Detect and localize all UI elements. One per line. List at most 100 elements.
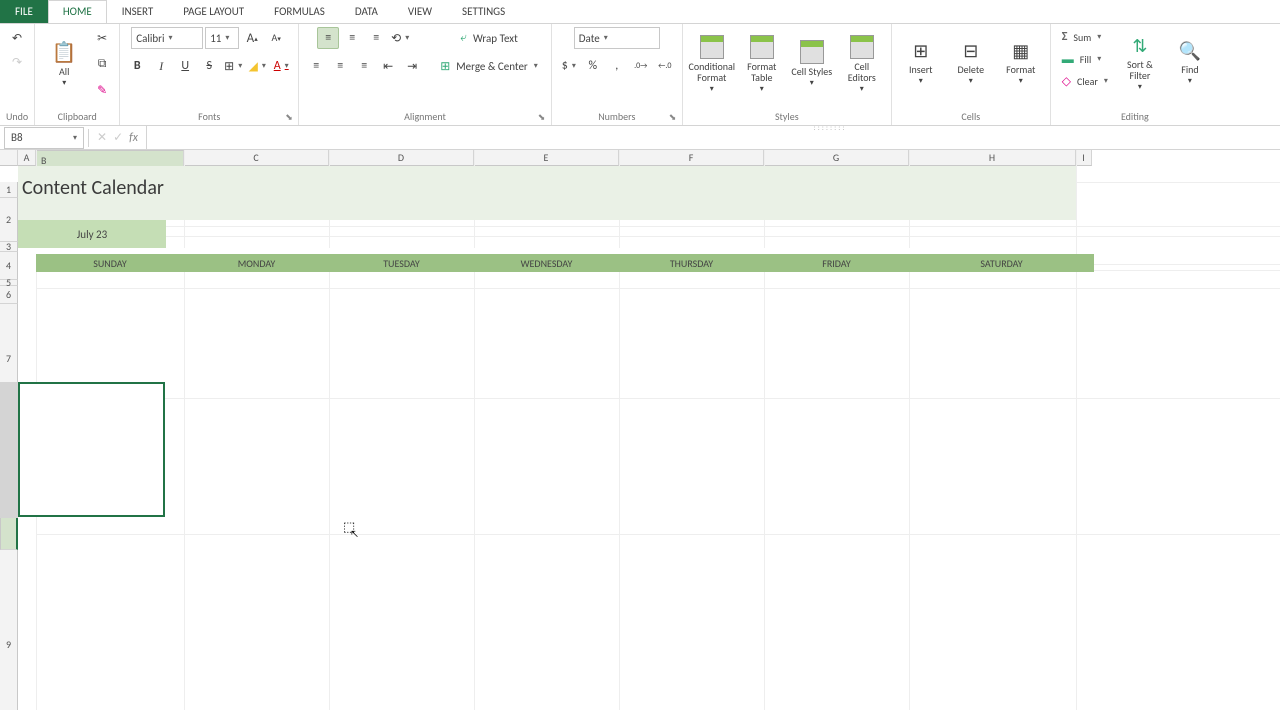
fx-button[interactable]: fx	[129, 131, 138, 145]
indent-inc-button[interactable]: ⇥	[401, 55, 423, 77]
clear-button[interactable]: Clear	[1057, 71, 1113, 91]
name-box[interactable]: B8 ▾	[4, 127, 84, 149]
column-header-C[interactable]: C	[184, 150, 329, 166]
column-header-H[interactable]: H	[909, 150, 1076, 166]
row-header-3[interactable]: 3	[0, 242, 18, 252]
day-header-wednesday[interactable]: WEDNESDAY	[474, 254, 619, 272]
delete-label: Delete	[958, 64, 985, 75]
merge-icon	[440, 59, 450, 74]
group-font-label: Fonts	[126, 108, 292, 125]
delete-cells-button[interactable]: ⊟ Delete▾	[948, 27, 994, 101]
row-header-9[interactable]: 9	[0, 550, 18, 710]
cancel-formula-icon[interactable]: ✕	[97, 130, 107, 145]
align-dialog-launcher[interactable]: ⬊	[538, 112, 548, 122]
clear-icon	[1062, 74, 1071, 89]
day-header-thursday[interactable]: THURSDAY	[619, 254, 764, 272]
percent-button[interactable]	[582, 55, 604, 77]
redo-button[interactable]: ↷	[6, 51, 28, 73]
cell-editors-button[interactable]: Cell Editors▾	[839, 27, 885, 101]
tab-view[interactable]: VIEW	[393, 0, 447, 23]
italic-button[interactable]: I	[150, 55, 172, 77]
cell-styles-button[interactable]: Cell Styles▾	[789, 27, 835, 101]
tab-data[interactable]: DATA	[340, 0, 393, 23]
grow-font-button[interactable]: ▴	[241, 27, 263, 49]
wrap-text-button[interactable]: Wrap Text	[453, 27, 525, 49]
tab-page-layout[interactable]: PAGE LAYOUT	[168, 0, 259, 23]
tab-home[interactable]: HOME	[48, 0, 107, 23]
day-header-tuesday[interactable]: TUESDAY	[329, 254, 474, 272]
cut-button[interactable]	[91, 27, 113, 49]
undo-button[interactable]	[6, 27, 28, 49]
copy-button[interactable]	[91, 53, 113, 75]
autosum-button[interactable]: Sum	[1057, 27, 1107, 47]
tab-file[interactable]: FILE	[0, 0, 48, 23]
ribbon: ↷ Undo All ▾ Clipboard Calibri 11	[0, 24, 1280, 126]
tab-settings[interactable]: SETTINGS	[447, 0, 520, 23]
strike-button[interactable]: S	[198, 55, 220, 77]
font-dialog-launcher[interactable]: ⬊	[285, 112, 295, 122]
day-header-sunday[interactable]: SUNDAY	[36, 254, 184, 272]
font-size-select[interactable]: 11	[205, 27, 239, 49]
column-header-I[interactable]: I	[1076, 150, 1092, 166]
row-header-1[interactable]: 1	[0, 182, 18, 198]
align-right-button[interactable]	[353, 55, 375, 77]
spreadsheet-grid[interactable]: ABCDEFGHI 123456789 Content Calendar Jul…	[0, 150, 1280, 710]
find-button[interactable]: 🔍 Find▾	[1167, 27, 1213, 101]
sum-icon	[1062, 30, 1068, 44]
bold-button[interactable]: B	[126, 55, 148, 77]
fill-color-button[interactable]	[246, 55, 268, 77]
column-header-D[interactable]: D	[329, 150, 474, 166]
day-header-monday[interactable]: MONDAY	[184, 254, 329, 272]
column-header-F[interactable]: F	[619, 150, 764, 166]
day-header-saturday[interactable]: SATURDAY	[909, 254, 1094, 272]
insert-icon: ⊞	[913, 42, 928, 62]
title-cell[interactable]: Content Calendar	[18, 166, 1076, 210]
merge-center-button[interactable]: Merge & Center	[433, 55, 545, 77]
sort-filter-button[interactable]: ⇅ Sort & Filter▾	[1117, 27, 1163, 101]
day-header-friday[interactable]: FRIDAY	[764, 254, 909, 272]
shrink-font-button[interactable]: ▾	[265, 27, 287, 49]
column-header-G[interactable]: G	[764, 150, 909, 166]
group-clipboard-label: Clipboard	[41, 108, 113, 125]
formula-bar-gripper[interactable]: ::::::::	[810, 123, 850, 133]
tab-insert[interactable]: INSERT	[107, 0, 169, 23]
underline-button[interactable]: U	[174, 55, 196, 77]
cell-styles-label: Cell Styles	[791, 66, 832, 77]
font-color-button[interactable]: A	[270, 55, 292, 77]
row-header-6[interactable]: 6	[0, 286, 18, 304]
orientation-button[interactable]: ⟲	[389, 27, 411, 49]
border-button[interactable]	[222, 55, 244, 77]
column-header-A[interactable]: A	[18, 150, 36, 166]
comma-button[interactable]	[606, 55, 628, 77]
indent-dec-button[interactable]: ⇤	[377, 55, 399, 77]
format-painter-button[interactable]	[91, 79, 113, 101]
column-header-E[interactable]: E	[474, 150, 619, 166]
align-middle-button[interactable]	[341, 27, 363, 49]
month-cell[interactable]: July 23	[18, 220, 166, 248]
row-header-2[interactable]: 2	[0, 198, 18, 242]
paste-button[interactable]: All ▾	[41, 27, 87, 101]
number-dialog-launcher[interactable]: ⬊	[669, 112, 679, 122]
dec-decimal-button[interactable]: ←.0	[654, 55, 676, 77]
number-format-select[interactable]: Date	[574, 27, 660, 49]
conditional-format-button[interactable]: Conditional Format▾	[689, 27, 735, 101]
format-cells-button[interactable]: ▦ Format▾	[998, 27, 1044, 101]
align-bottom-button[interactable]	[365, 27, 387, 49]
format-table-icon	[750, 35, 774, 59]
paste-label: All	[59, 66, 69, 77]
accept-formula-icon[interactable]: ✓	[113, 130, 123, 145]
select-all-corner[interactable]	[0, 150, 18, 166]
format-table-button[interactable]: Format Table▾	[739, 27, 785, 101]
formula-input[interactable]	[147, 126, 1280, 149]
align-center-button[interactable]	[329, 55, 351, 77]
fill-button[interactable]: Fill	[1057, 49, 1107, 69]
font-name-select[interactable]: Calibri	[131, 27, 203, 49]
tab-formulas[interactable]: FORMULAS	[259, 0, 340, 23]
sort-label: Sort & Filter	[1118, 59, 1162, 81]
align-top-button[interactable]	[317, 27, 339, 49]
align-left-button[interactable]	[305, 55, 327, 77]
currency-button[interactable]	[558, 55, 580, 77]
inc-decimal-button[interactable]: .0→	[630, 55, 652, 77]
insert-cells-button[interactable]: ⊞ Insert▾	[898, 27, 944, 101]
fill-icon	[1062, 52, 1074, 67]
